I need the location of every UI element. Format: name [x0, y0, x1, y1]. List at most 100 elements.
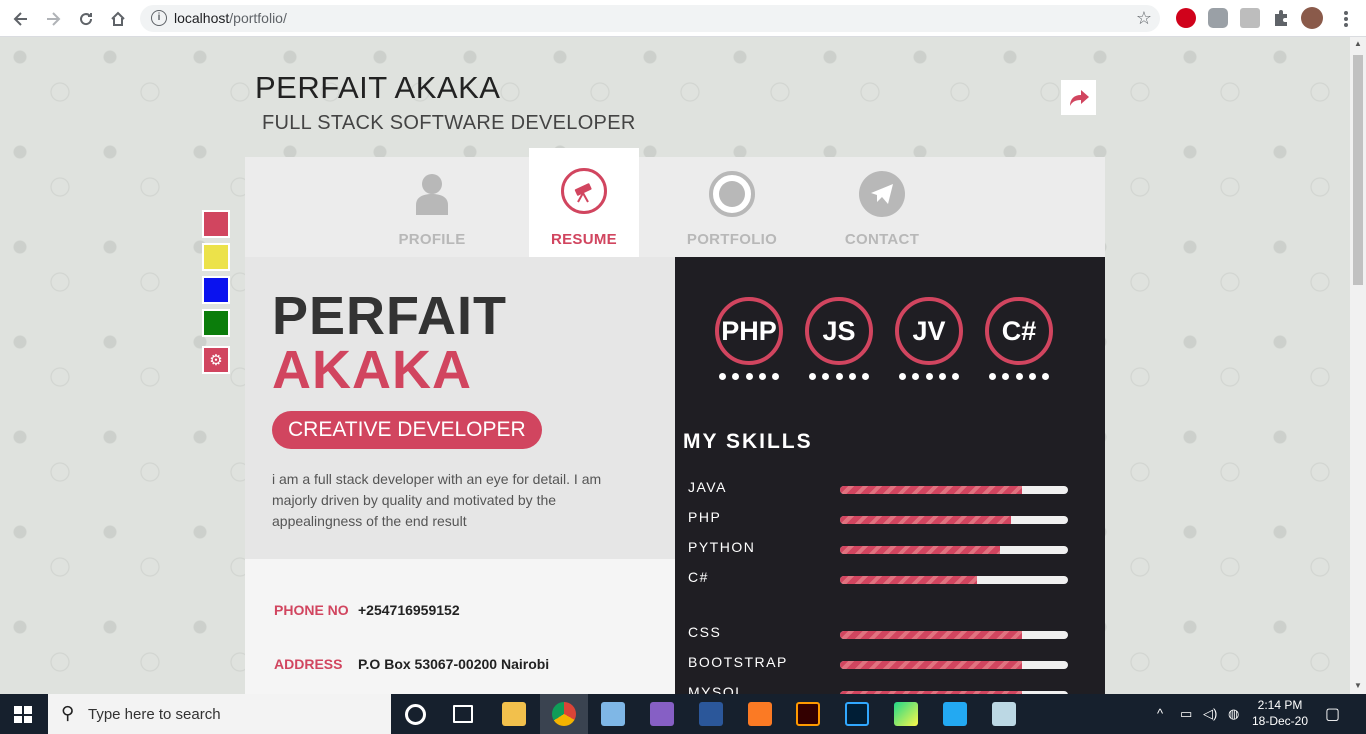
skill-bar — [840, 516, 1068, 524]
skill-name: BOOTSTRAP — [688, 654, 788, 670]
home-button[interactable] — [105, 6, 131, 32]
search-placeholder: Type here to search — [88, 706, 221, 723]
extension-icon[interactable] — [1208, 8, 1228, 28]
rating-dots — [719, 373, 779, 381]
reload-icon — [80, 13, 93, 26]
tab-profile[interactable]: PROFILE — [377, 157, 487, 257]
tab-portfolio[interactable]: PORTFOLIO — [677, 157, 787, 257]
rating-dots — [989, 373, 1049, 381]
skill-name: JAVA — [688, 479, 727, 495]
gear-icon: ⚙ — [209, 352, 223, 369]
phone-label: PHONE NO — [274, 602, 349, 618]
share-button[interactable] — [1061, 80, 1096, 115]
paper-plane-icon — [859, 171, 905, 217]
page-title: PERFAIT AKAKA — [255, 70, 501, 105]
forward-arrow-icon — [47, 12, 61, 26]
file-explorer-icon[interactable] — [502, 702, 526, 726]
share-arrow-icon — [1069, 89, 1089, 106]
bookmark-star-icon[interactable]: ☆ — [1136, 8, 1152, 29]
tab-label: CONTACT — [844, 231, 920, 248]
clock-date: 18-Dec-20 — [1251, 714, 1309, 728]
scroll-down-icon[interactable]: ▼ — [1354, 681, 1362, 690]
vscode-icon[interactable] — [943, 702, 967, 726]
forward-button[interactable] — [40, 6, 66, 32]
address-label: ADDRESS — [274, 656, 343, 672]
skill-name: PYTHON — [688, 539, 756, 555]
skill-bar-fill — [840, 546, 1000, 554]
search-icon: ⚲ — [61, 703, 75, 723]
reload-button[interactable] — [73, 6, 99, 32]
skill-bar — [840, 661, 1068, 669]
camera-lens-icon — [709, 171, 755, 217]
word-icon[interactable] — [699, 702, 723, 726]
notepad-icon[interactable] — [992, 702, 1016, 726]
settings-gear-button[interactable]: ⚙ — [202, 346, 230, 374]
browser-toolbar: i localhost/portfolio/ ☆ — [0, 0, 1366, 37]
back-button[interactable] — [8, 6, 34, 32]
home-icon — [111, 11, 125, 26]
puzzle-icon[interactable] — [1271, 8, 1291, 28]
language-circle-csharp: C# — [985, 297, 1053, 365]
skill-bar-fill — [840, 631, 1023, 639]
tab-resume[interactable]: RESUME — [529, 148, 639, 257]
address-value: P.O Box 53067-00200 Nairobi — [358, 656, 550, 672]
page-viewport: PERFAIT AKAKA FULL STACK SOFTWARE DEVELO… — [0, 37, 1350, 694]
first-name: PERFAIT — [272, 286, 508, 346]
page-subtitle: FULL STACK SOFTWARE DEVELOPER — [262, 112, 636, 134]
visual-studio-icon[interactable] — [650, 702, 674, 726]
photoshop-icon[interactable] — [845, 702, 869, 726]
volume-icon[interactable]: ◁) — [1203, 706, 1217, 722]
skill-bar-fill — [840, 516, 1011, 524]
system-clock[interactable]: 2:14 PM 18-Dec-20 — [1250, 697, 1310, 729]
skill-bar — [840, 486, 1068, 494]
url-path: /portfolio/ — [229, 10, 287, 26]
avatar[interactable] — [1301, 7, 1323, 29]
skill-bar-fill — [840, 486, 1023, 494]
rating-dots — [899, 373, 959, 381]
document-extension-icon[interactable] — [1240, 8, 1260, 28]
phone-row: PHONE NO +254716959152 — [274, 602, 460, 618]
contact-info-panel: PHONE NO +254716959152 ADDRESS P.O Box 5… — [245, 559, 675, 694]
clock-time: 2:14 PM — [1257, 698, 1303, 712]
telescope-icon — [561, 168, 607, 214]
opera-extension-icon[interactable] — [1176, 8, 1196, 28]
network-globe-icon[interactable]: ◍ — [1228, 706, 1239, 722]
skills-panel: PHP JS JV C# MY SKILLS JAVA PHP PYTHON C… — [675, 257, 1105, 694]
scrollbar-thumb[interactable] — [1353, 55, 1363, 285]
tab-label: RESUME — [551, 231, 617, 248]
color-swatch-blue[interactable] — [202, 276, 230, 304]
windows-start-icon[interactable] — [14, 706, 32, 723]
skill-name: CSS — [688, 624, 722, 640]
virtualbox-icon[interactable] — [601, 702, 625, 726]
language-circle-jv: JV — [895, 297, 963, 365]
pycharm-icon[interactable] — [894, 702, 918, 726]
scroll-up-icon[interactable]: ▲ — [1354, 39, 1362, 48]
info-icon[interactable]: i — [151, 10, 167, 26]
xampp-icon[interactable] — [748, 702, 772, 726]
page-scrollbar[interactable]: ▲ ▼ — [1350, 37, 1366, 694]
tab-label: PORTFOLIO — [686, 231, 778, 248]
tab-contact[interactable]: CONTACT — [827, 157, 937, 257]
cortana-icon[interactable] — [405, 704, 426, 725]
url-host: localhost — [174, 10, 230, 26]
menu-kebab-icon[interactable] — [1336, 6, 1356, 32]
battery-icon[interactable]: ▭ — [1180, 706, 1192, 722]
skills-heading: MY SKILLS — [683, 430, 813, 453]
url-text: localhost/portfolio/ — [174, 10, 287, 26]
task-view-icon[interactable] — [453, 705, 473, 723]
skill-bar-fill — [840, 661, 1023, 669]
taskbar-search-box[interactable]: ⚲ Type here to search — [48, 694, 391, 734]
show-hidden-icons[interactable]: ^ — [1157, 706, 1163, 721]
illustrator-icon[interactable] — [796, 702, 820, 726]
chrome-icon[interactable] — [552, 702, 576, 726]
user-icon — [409, 171, 455, 217]
address-bar[interactable]: i localhost/portfolio/ ☆ — [140, 5, 1160, 32]
notifications-icon[interactable]: ▢ — [1325, 704, 1340, 724]
skill-bar — [840, 631, 1068, 639]
tab-bar: PROFILE RESUME PORTFOLIO CONTACT — [245, 148, 1105, 257]
color-swatch-red[interactable] — [202, 210, 230, 238]
skill-name: MYSQL — [688, 684, 745, 694]
color-swatch-yellow[interactable] — [202, 243, 230, 271]
skill-bar — [840, 546, 1068, 554]
color-swatch-green[interactable] — [202, 309, 230, 337]
